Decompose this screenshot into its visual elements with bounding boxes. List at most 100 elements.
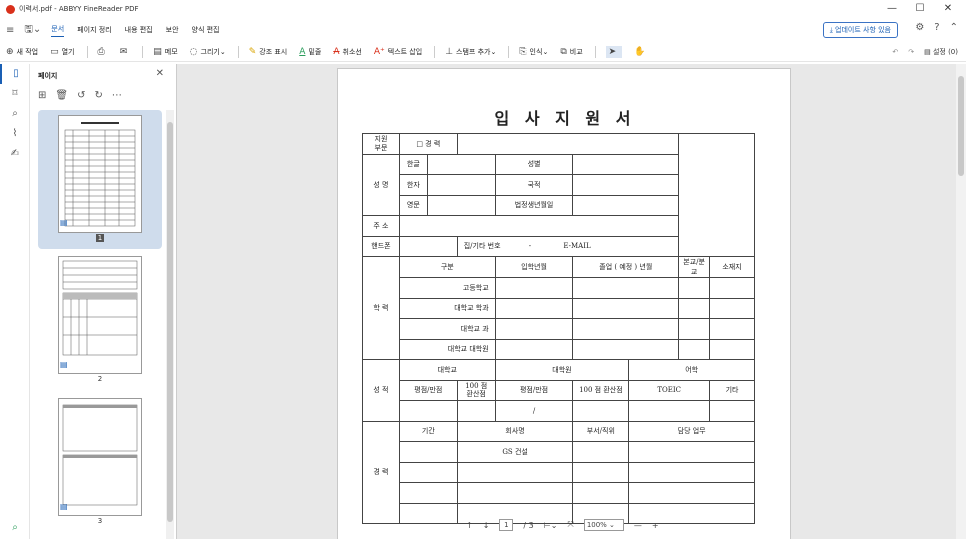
zoom-select[interactable]: 100% ⌄ [583,519,624,531]
recognize-button[interactable]: ⎘ 인식 ⌄ [519,47,548,57]
menu-edit-content[interactable]: 내용 편집 [125,25,153,35]
career-cell[interactable] [572,441,630,463]
fit-page-icon[interactable]: ⤧ [567,520,573,530]
grade-cell[interactable] [572,400,630,422]
edu-cell[interactable] [709,277,755,299]
thumbnail-page-3[interactable]: ▤ 3 [38,398,162,533]
document-scrollbar-thumb[interactable] [958,76,964,176]
edu-cell[interactable] [709,318,755,340]
edu-cell[interactable] [494,338,574,360]
career-cell[interactable] [572,482,630,504]
strikethrough-button[interactable]: A 취소선 [333,47,362,57]
attachment-icon[interactable]: ⌇ [0,124,30,144]
career-cell[interactable] [456,482,574,504]
panel-scrollbar[interactable] [166,110,174,539]
find-icon[interactable]: ⌕ [0,522,30,533]
career-cell[interactable] [628,461,755,483]
compare-button[interactable]: ⧉ 비교 [560,47,582,57]
career-cell[interactable] [398,441,458,463]
menu-page-organize[interactable]: 페이지 정리 [77,25,111,35]
new-task-button[interactable]: ⊕ 새 작업 [6,47,38,57]
close-button[interactable]: ✕ [934,0,962,18]
hangul-value[interactable] [426,153,496,175]
save-icon[interactable]: 🖫⌄ [24,22,41,39]
minimize-button[interactable]: — [878,0,906,18]
field-apply-value[interactable] [456,133,680,155]
birth-value[interactable] [572,194,680,216]
menu-security[interactable]: 보안 [166,25,179,35]
highlight-button[interactable]: ✎ 강조 표시 [249,47,288,57]
grade-slash[interactable]: / [494,400,574,422]
pages-rail-icon[interactable]: ▯ [0,64,30,84]
gear-icon[interactable]: ⚙ [915,22,924,33]
grade-cell[interactable] [398,400,458,422]
zoom-in-icon[interactable]: + [652,521,659,530]
edu-cell[interactable] [678,277,711,299]
address-value[interactable] [398,215,680,237]
rotate-left-icon[interactable]: ↺ [77,90,85,101]
add-page-icon[interactable]: ⊞ [38,90,46,101]
career-cell[interactable] [398,502,458,524]
redo-icon[interactable]: ↷ [908,48,914,56]
signature-icon[interactable]: ✍ [0,144,30,164]
english-value[interactable] [426,194,496,216]
document-viewport[interactable]: 입 사 지 원 서 지원 부문 □ 경 력 성 명 한글 성별 한자 국적 영문… [176,64,956,539]
career-cell[interactable] [628,441,755,463]
draw-button[interactable]: ◌ 그리기 ⌄ [190,47,226,57]
page-number-input[interactable]: 1 [499,519,514,531]
collapse-ribbon-icon[interactable]: ⌃ [950,22,958,33]
underline-button[interactable]: A 밑줄 [299,47,321,57]
edu-cell[interactable] [678,338,711,360]
print-button[interactable]: ⎙ [98,47,108,57]
stamp-button[interactable]: ⊥ 스탬프 추가 ⌄ [445,47,496,57]
edu-cell[interactable] [572,338,680,360]
grade-cell[interactable] [456,400,496,422]
career-cell[interactable] [398,461,458,483]
select-tool-button[interactable]: ➤ [605,45,623,58]
hanja-value[interactable] [426,174,496,196]
open-button[interactable]: ▭ 열기 [50,47,74,57]
prev-page-icon[interactable]: ↑ [466,521,473,530]
help-icon[interactable]: ? [934,22,939,33]
insert-text-button[interactable]: A⁺ 텍스트 삽입 [374,47,422,57]
maximize-button[interactable]: ☐ [906,0,934,18]
next-page-icon[interactable]: ↓ [483,521,490,530]
undo-icon[interactable]: ↶ [892,48,898,56]
phone-value[interactable] [398,235,458,257]
rotate-right-icon[interactable]: ↻ [94,90,102,101]
bookmark-icon[interactable]: ⌑ [0,84,30,104]
document-scrollbar[interactable] [956,64,966,539]
edu-cell[interactable] [572,277,680,299]
search-icon[interactable]: ⌕ [0,104,30,124]
career-company-value[interactable]: GS 건설 [456,441,574,463]
thumbnail-page-2[interactable]: ▤ 2 [38,256,162,391]
panel-scrollbar-thumb[interactable] [167,122,173,522]
email-button[interactable]: ✉ [120,47,131,57]
delete-page-icon[interactable]: 🗑 [55,90,68,101]
edu-cell[interactable] [494,318,574,340]
hand-tool-button[interactable]: ✋ [634,47,648,57]
edu-cell[interactable] [494,297,574,319]
edu-cell[interactable] [494,277,574,299]
edu-cell[interactable] [678,318,711,340]
update-available-button[interactable]: ⤓ 업데이트 사항 있음 [822,22,898,38]
edu-cell[interactable] [572,318,680,340]
menu-form-edit[interactable]: 양식 편집 [192,25,220,35]
settings-button[interactable]: ▤ 설정 (0) [924,47,958,57]
panel-close-icon[interactable]: ✕ [156,68,164,79]
edu-cell[interactable] [572,297,680,319]
grade-cell[interactable] [709,400,755,422]
menu-document[interactable]: 문서 [51,24,65,37]
fit-width-icon[interactable]: ⊢⌄ [544,521,558,530]
edu-cell[interactable] [709,297,755,319]
gender-value[interactable] [572,153,680,175]
career-cell[interactable] [398,482,458,504]
more-icon[interactable]: ⋯ [112,90,122,101]
career-cell[interactable] [456,461,574,483]
career-cell[interactable] [572,461,630,483]
hamburger-menu-icon[interactable]: ≡ [6,25,14,36]
thumbnail-page-1[interactable]: ▤ 1 [38,110,162,249]
edu-cell[interactable] [678,297,711,319]
nationality-value[interactable] [572,174,680,196]
edu-cell[interactable] [709,338,755,360]
